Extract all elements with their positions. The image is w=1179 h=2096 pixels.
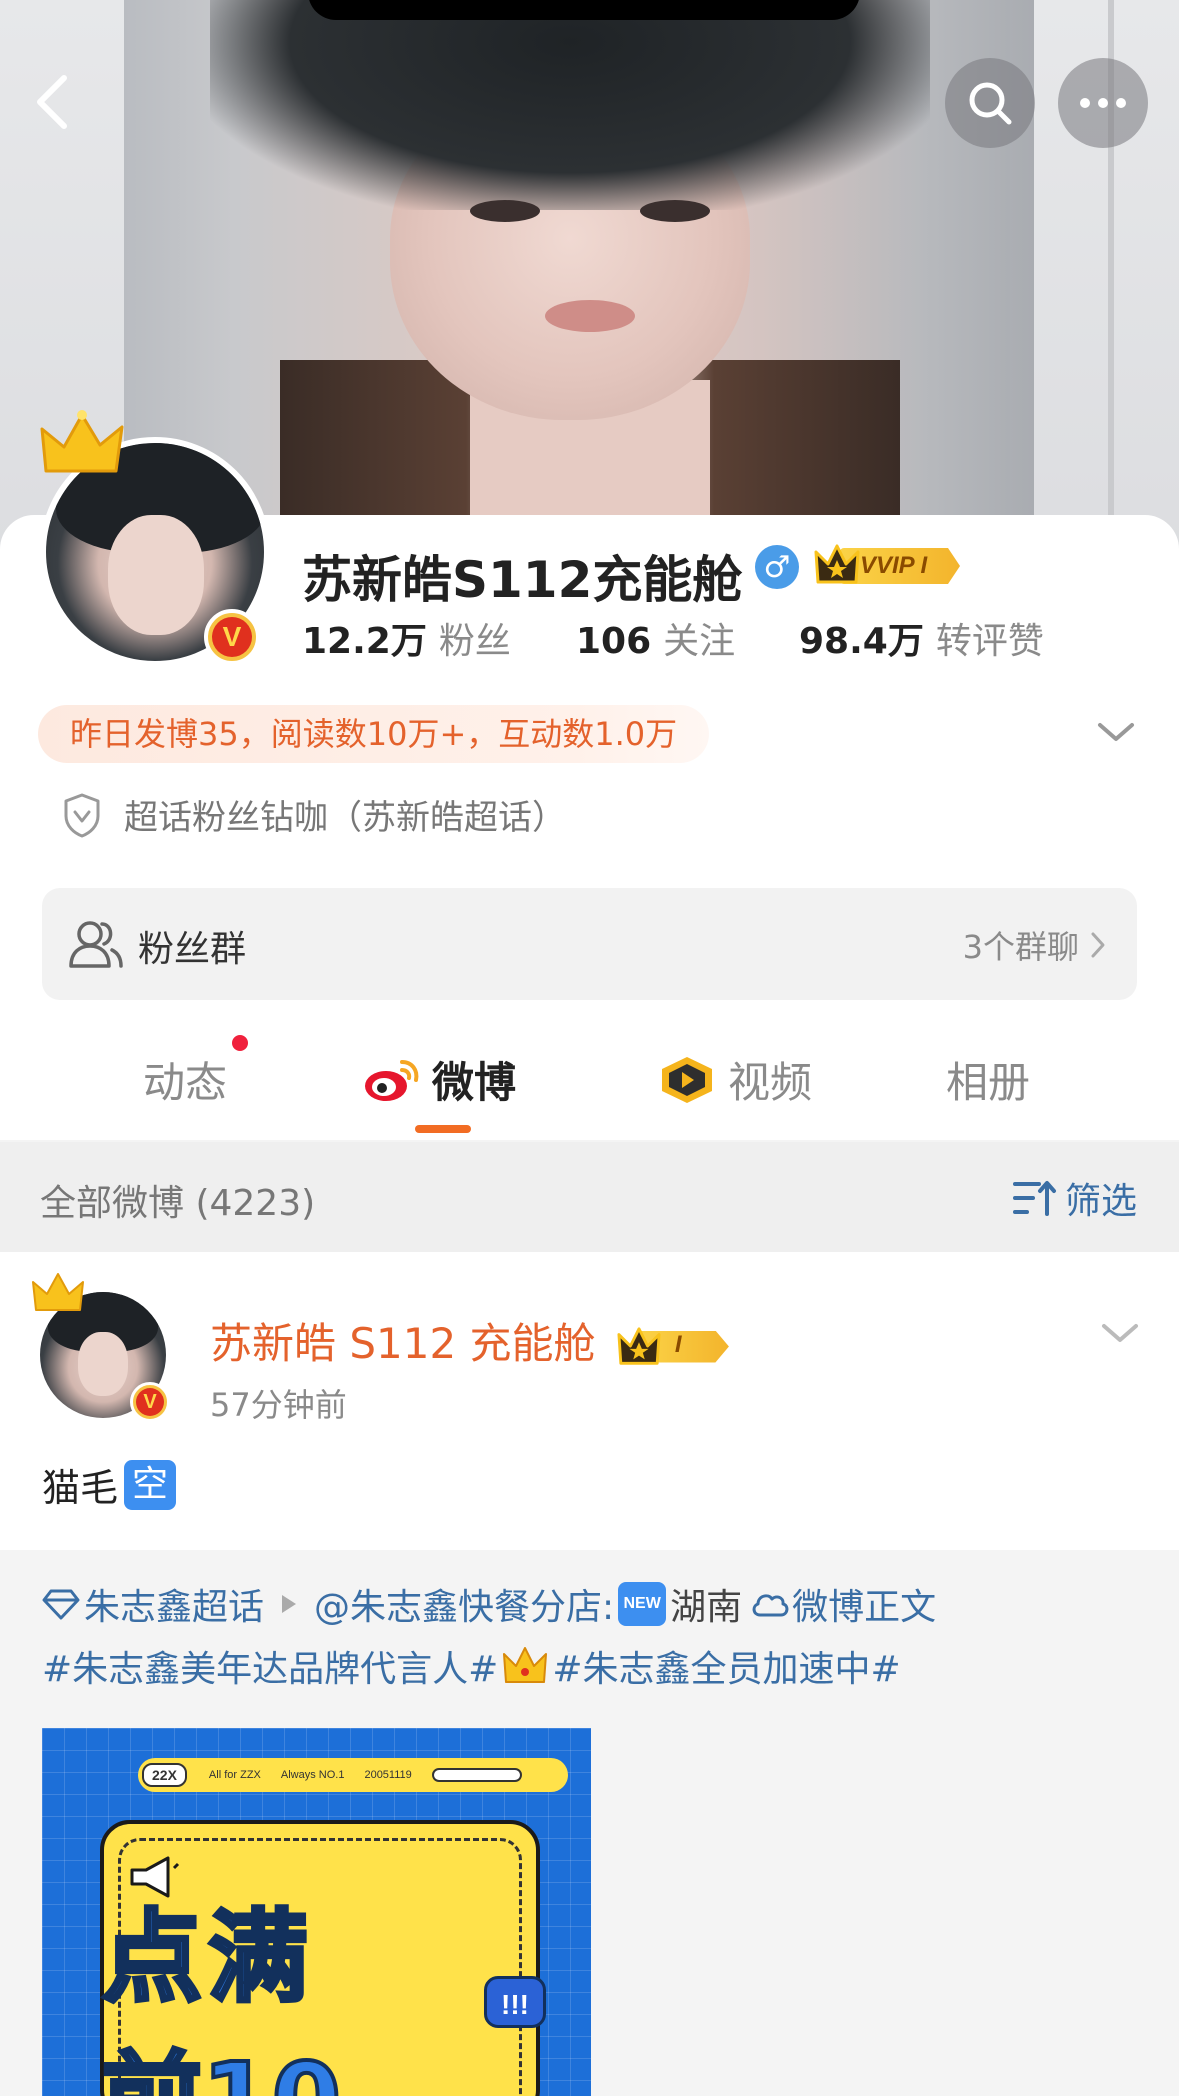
mention-link[interactable]: @朱志鑫快餐分店: — [314, 1578, 614, 1630]
crown-icon — [40, 410, 124, 473]
followers-stat[interactable]: 12.2万 粉丝 — [302, 612, 511, 664]
tab-weibo[interactable]: 微博 — [362, 1049, 516, 1110]
chevron-down-icon — [1102, 1324, 1138, 1342]
repost-hashtags: #朱志鑫美年达品牌代言人# #朱志鑫全员加速中# — [42, 1640, 901, 1692]
member-crown-icon — [617, 1326, 661, 1365]
fans-group-count: 3个群聊 — [963, 922, 1107, 968]
back-button[interactable] — [30, 72, 78, 132]
search-button[interactable] — [945, 58, 1035, 148]
post-author-avatar[interactable]: V — [32, 1273, 170, 1422]
verified-v-icon: V — [204, 609, 260, 665]
engagement-stat[interactable]: 98.4万 转评赞 — [799, 612, 1044, 664]
shield-icon — [64, 793, 100, 837]
back-arrow-icon — [37, 75, 67, 129]
vip-badge[interactable]: VVIP I — [814, 542, 974, 588]
hashtag-link[interactable]: #朱志鑫美年达品牌代言人# — [42, 1640, 498, 1692]
following-stat[interactable]: 106 关注 — [576, 612, 735, 664]
hashtag-link[interactable]: #朱志鑫全员加速中# — [552, 1640, 900, 1692]
profile-tabs: 动态 微博 视频 相册 — [0, 1035, 1179, 1140]
followers-count: 12.2万 — [302, 621, 427, 662]
weibo-body-link[interactable]: 微博正文 — [792, 1578, 936, 1630]
repost-image[interactable]: 22X All for ZZX Always NO.1 20051119 点满 … — [42, 1728, 591, 2096]
activity-highlight[interactable]: 昨日发博35，阅读数10万+，互动数1.0万 — [38, 705, 710, 763]
supertalk-link[interactable]: 朱志鑫超话 — [84, 1578, 264, 1630]
group-chat-icon — [69, 921, 123, 968]
weibo-post[interactable]: V 苏新皓 S112 充能舱 I 57分钟前 猫毛 空 — [0, 1252, 1179, 1550]
poster-subheadline: 前10 — [100, 2018, 343, 2096]
tab-dynamics[interactable]: 动态 — [143, 1049, 227, 1110]
exclaim-bubble: !!! — [484, 1976, 546, 2028]
all-weibo-count: 全部微博 (4223) — [40, 1183, 316, 1224]
vip-crown-icon — [814, 544, 860, 584]
post-menu-button[interactable] — [1100, 1318, 1140, 1348]
tab-album[interactable]: 相册 — [946, 1049, 1030, 1110]
profile-avatar[interactable]: V — [40, 410, 270, 667]
profile-name: 苏新皓S112充能舱 — [302, 551, 743, 609]
empty-emoji-badge: 空 — [124, 1459, 177, 1510]
post-body: 猫毛 空 — [42, 1457, 177, 1512]
weibo-logo-icon — [365, 1059, 419, 1101]
expand-profile-button[interactable] — [1096, 717, 1136, 747]
crown-emoji-icon — [503, 1647, 548, 1683]
supertalk-label: 超话粉丝钻咖（苏新皓超话） — [124, 798, 566, 838]
diamond-icon — [42, 1589, 80, 1620]
post-author-name[interactable]: 苏新皓 S112 充能舱 I — [210, 1310, 737, 1371]
location-text: 湖南 — [670, 1587, 743, 1628]
fans-group-label: 粉丝群 — [138, 929, 247, 970]
post-timestamp: 57分钟前 — [210, 1386, 347, 1424]
chevron-right-icon — [1091, 932, 1105, 958]
following-count: 106 — [576, 621, 652, 662]
poster-header-bar: 22X All for ZZX Always NO.1 20051119 — [138, 1758, 568, 1792]
following-label: 关注 — [663, 621, 736, 662]
poster-headline: 点满 — [100, 1897, 314, 2018]
member-badge: I — [617, 1325, 737, 1369]
filter-button[interactable]: 筛选 — [1012, 1172, 1137, 1224]
video-icon — [662, 1056, 712, 1103]
verified-v-icon: V — [130, 1382, 170, 1422]
new-emoji-badge: NEW — [618, 1582, 667, 1626]
weibo-list-header: 全部微博 (4223) 筛选 — [0, 1142, 1179, 1252]
camera-notch — [308, 0, 860, 20]
more-dots-icon — [1080, 98, 1126, 108]
vip-label: VVIP I — [860, 552, 928, 579]
filter-icon — [1012, 1181, 1056, 1216]
supertalk-fan-badge[interactable]: 超话粉丝钻咖（苏新皓超话） — [62, 790, 566, 839]
active-tab-indicator — [415, 1125, 471, 1133]
profile-page: V 苏新皓S112充能舱 ♂ VVIP I 12.2万 粉丝 106 关注 98.4… — [0, 0, 1179, 2096]
cloud-icon — [752, 1594, 789, 1617]
search-icon — [969, 82, 1012, 125]
chevron-down-icon — [1098, 723, 1134, 741]
male-gender-icon: ♂ — [755, 545, 799, 589]
play-triangle-icon — [282, 1595, 297, 1613]
more-button[interactable] — [1058, 58, 1148, 148]
engagement-label: 转评赞 — [935, 621, 1044, 662]
fans-group-row[interactable]: 粉丝群 3个群聊 — [42, 888, 1137, 1000]
unread-dot — [232, 1035, 248, 1051]
engagement-count: 98.4万 — [799, 621, 924, 662]
tab-video[interactable]: 视频 — [658, 1049, 812, 1110]
repost-meta-line: 朱志鑫超话 @朱志鑫快餐分店: NEW 湖南 微博正文 — [42, 1578, 936, 1630]
crown-icon — [32, 1273, 84, 1311]
followers-label: 粉丝 — [438, 621, 511, 662]
